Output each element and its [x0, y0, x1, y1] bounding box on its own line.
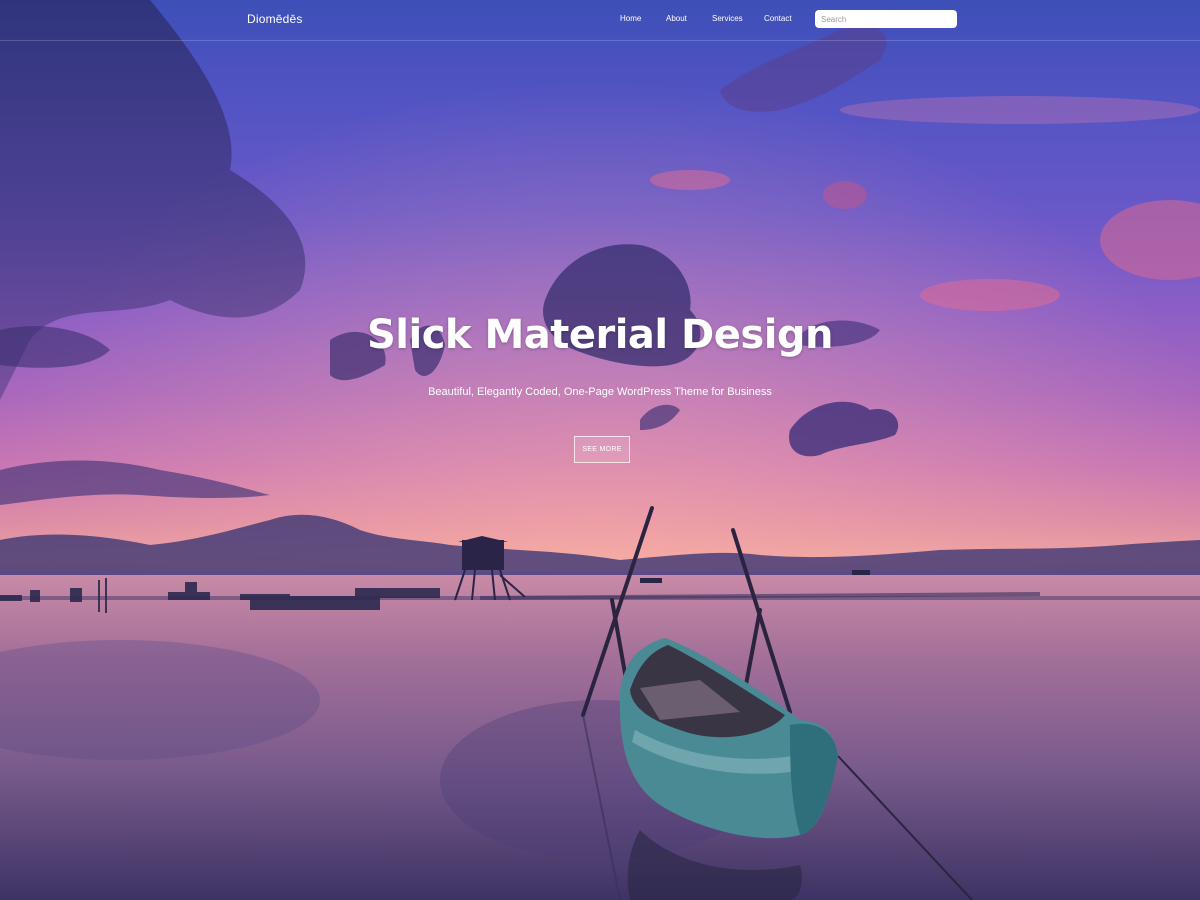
nav-home[interactable]: Home — [620, 14, 641, 23]
nav-contact[interactable]: Contact — [764, 14, 792, 23]
search-input[interactable] — [815, 10, 957, 28]
nav-about[interactable]: About — [666, 14, 687, 23]
hero-section: Diomēdēs Home About Services Contact Sli… — [0, 0, 1200, 900]
nav-services[interactable]: Services — [712, 14, 743, 23]
see-more-button[interactable]: SEE MORE — [574, 436, 630, 463]
top-navbar: Diomēdēs Home About Services Contact — [0, 0, 1200, 41]
site-brand[interactable]: Diomēdēs — [247, 12, 303, 26]
hero-subtitle: Beautiful, Elegantly Coded, One-Page Wor… — [428, 386, 772, 398]
hero-title: Slick Material Design — [366, 312, 834, 358]
